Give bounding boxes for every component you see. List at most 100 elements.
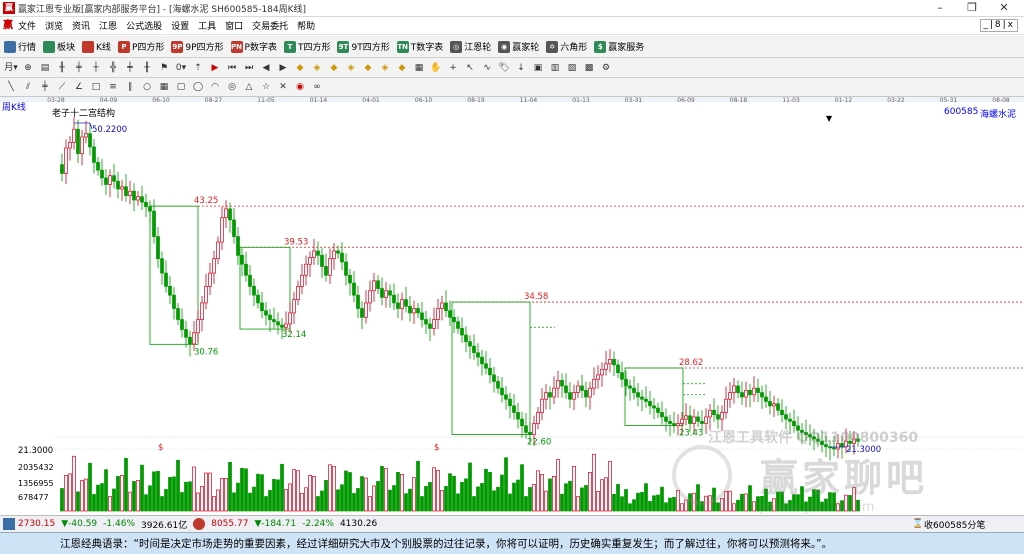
candle-body [380, 288, 384, 298]
first-icon[interactable]: ⏮ [225, 61, 239, 75]
menu-tools[interactable]: 工具 [198, 19, 216, 32]
diamond3-icon[interactable]: ◆ [327, 61, 341, 75]
channel-tool-icon[interactable]: ╪ [38, 80, 52, 94]
grid-tool2-icon[interactable]: ▦ [157, 80, 171, 94]
candle-body [764, 396, 768, 402]
candle-body [432, 319, 436, 329]
diamond2-icon[interactable]: ◈ [310, 61, 324, 75]
gann-angle-icon[interactable]: ∠ [72, 80, 86, 94]
bars-icon[interactable]: ╫ [55, 61, 69, 75]
hdd-icon[interactable]: ▩ [582, 61, 596, 75]
menu-settings[interactable]: 设置 [171, 19, 189, 32]
toolbar-tn-button[interactable]: TN T数字表 [396, 40, 443, 53]
bars5-icon[interactable]: ┿ [123, 61, 137, 75]
candle-body [528, 432, 532, 435]
menu-info[interactable]: 资讯 [72, 19, 90, 32]
tools-icon[interactable]: ⚙ [599, 61, 613, 75]
line-tool-icon[interactable]: ╲ [4, 80, 18, 94]
volume-bar [296, 470, 300, 512]
toolbar-dollar-button[interactable]: $ 赢家服务 [594, 40, 644, 53]
toolbar-pn-button[interactable]: PN P数字表 [230, 40, 277, 53]
infinity-icon[interactable]: ∞ [310, 80, 324, 94]
candle-body [80, 136, 84, 154]
toolbar-t-square-button[interactable]: T T四方形 [283, 40, 330, 53]
fib-tool-icon[interactable]: ≡ [106, 80, 120, 94]
toolbar-label: P四方形 [131, 43, 165, 53]
down-arrow-icon[interactable]: ↓ [514, 61, 528, 75]
ellipse-tool-icon[interactable]: ○ [140, 80, 154, 94]
menu-formula[interactable]: 公式选股 [126, 19, 162, 32]
arc-tool-icon[interactable]: ◠ [208, 80, 222, 94]
grid-tool-icon[interactable]: ▦ [412, 61, 426, 75]
toolbar-hexagon-button[interactable]: ✡ 六角形 [546, 40, 587, 53]
volume-bar [172, 476, 176, 512]
chart-icon[interactable]: ▨ [565, 61, 579, 75]
diamond-icon[interactable]: ◆ [293, 61, 307, 75]
close-button[interactable]: ✕ [988, 0, 1020, 17]
menu-trade[interactable]: 交易委托 [252, 19, 288, 32]
volume-bar [404, 493, 408, 512]
parallel-tool-icon[interactable]: ⫽ [21, 80, 35, 94]
menu-help[interactable]: 帮助 [297, 19, 315, 32]
toolbar-9t-square-button[interactable]: 9T 9T四方形 [337, 40, 390, 53]
maximize-button[interactable]: ❐ [956, 0, 988, 17]
menu-file[interactable]: 文件 [18, 19, 36, 32]
zoom-icon[interactable]: ⊕ [21, 61, 35, 75]
hand-icon[interactable]: ✋ [429, 61, 443, 75]
dropdown-arrow-icon[interactable]: ▼ [826, 114, 832, 123]
doc-icon[interactable]: ▤ [38, 61, 52, 75]
toolbar-gann-wheel-button[interactable]: ◎ 江恩轮 [450, 40, 491, 53]
mdi-window-controls[interactable]: _|8|x [980, 19, 1018, 32]
cycle-tool-icon[interactable]: ∥ [123, 80, 137, 94]
diamond7-icon[interactable]: ◆ [395, 61, 409, 75]
toolbar-9p-square-button[interactable]: 9P 9P四方形 [171, 40, 224, 53]
square-tool-icon[interactable]: ▢ [174, 80, 188, 94]
star-tool-icon[interactable]: ☆ [259, 80, 273, 94]
flag-icon[interactable]: ⚑ [157, 61, 171, 75]
toolbar-winner-wheel-button[interactable]: ◉ 赢家轮 [498, 40, 539, 53]
toolbar-blocks-button[interactable]: 板块 [43, 40, 75, 53]
triangle-tool-icon[interactable]: △ [242, 80, 256, 94]
date-dropdown-icon[interactable]: 月▾ [4, 61, 18, 75]
end-icon[interactable]: ⏭ [242, 61, 256, 75]
cross-tool-icon[interactable]: ✕ [276, 80, 290, 94]
arrow-up-icon[interactable]: ⇡ [191, 61, 205, 75]
calc-icon[interactable]: ▣ [531, 61, 545, 75]
cursor-icon[interactable]: ↖ [463, 61, 477, 75]
bars6-icon[interactable]: ╂ [140, 61, 154, 75]
volume-bar [556, 459, 560, 512]
candle-body [124, 186, 128, 196]
toolbar-kline-button[interactable]: K线 [82, 40, 111, 53]
volume-bar [384, 467, 388, 512]
bars2-icon[interactable]: ╪ [72, 61, 86, 75]
toolbar-p-square-button[interactable]: P P四方形 [117, 40, 165, 53]
box-tool-icon[interactable]: □ [89, 80, 103, 94]
fan-tool-icon[interactable]: ⟋ [55, 80, 69, 94]
diamond4-icon[interactable]: ◈ [344, 61, 358, 75]
cross-icon[interactable]: + [446, 61, 460, 75]
zero-dropdown-icon[interactable]: 0▾ [174, 61, 188, 75]
wave-icon[interactable]: ∿ [480, 61, 494, 75]
minimize-button[interactable]: – [924, 0, 956, 17]
menu-window[interactable]: 窗口 [225, 19, 243, 32]
circle-tool-icon[interactable]: ◯ [191, 80, 205, 94]
menu-browse[interactable]: 浏览 [45, 19, 63, 32]
chart-area[interactable]: 03-28 04-09 06-10 08-27 11-05 01-14 04-01 06-10… [0, 97, 1024, 515]
diamond6-icon[interactable]: ◈ [378, 61, 392, 75]
right-icon[interactable]: ▶ [276, 61, 290, 75]
bars3-icon[interactable]: ┼ [89, 61, 103, 75]
diamond5-icon[interactable]: ◆ [361, 61, 375, 75]
tag-icon[interactable]: 🏷 [497, 61, 511, 75]
color-flag-icon[interactable]: ▶ [208, 61, 222, 75]
color-wheel-icon[interactable]: ◉ [293, 80, 307, 94]
bars4-icon[interactable]: ╬ [106, 61, 120, 75]
tick-detail-label[interactable]: 收600585分笔 [924, 518, 985, 531]
toolbar-label: K线 [96, 43, 111, 53]
table-icon[interactable]: ▥ [548, 61, 562, 75]
spiral-tool-icon[interactable]: ◎ [225, 80, 239, 94]
left-icon[interactable]: ◀ [259, 61, 273, 75]
menu-gann[interactable]: 江恩 [99, 19, 117, 32]
toolbar-grid-button[interactable]: 行情 [4, 40, 36, 53]
volume-bar [472, 496, 476, 512]
candle-body [200, 302, 204, 320]
